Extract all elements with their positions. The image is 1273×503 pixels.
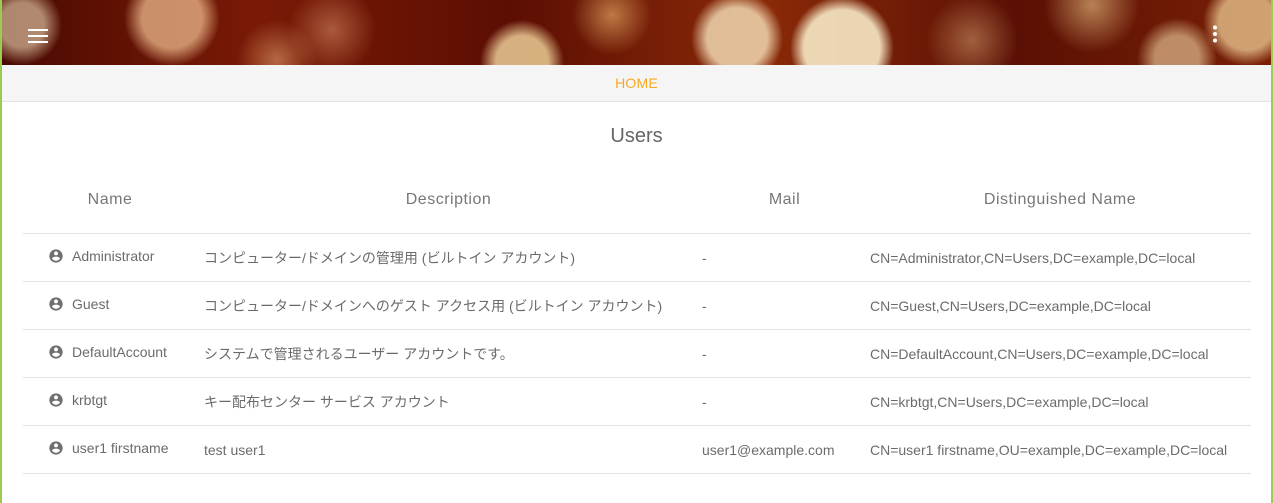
user-name: DefaultAccount xyxy=(72,344,167,360)
cell-mail: user1@example.com xyxy=(700,425,869,474)
table-header: Name Description Mail Distinguished Name xyxy=(23,166,1251,234)
cell-distinguished-name: CN=user1 firstname,OU=example,DC=example… xyxy=(869,425,1251,474)
cell-description: システムで管理されるユーザー アカウントです。 xyxy=(197,329,700,378)
user-name-wrap: Administrator xyxy=(48,248,154,264)
cell-name: Administrator xyxy=(23,233,197,282)
table-row[interactable]: Guest コンピューター/ドメインへのゲスト アクセス用 (ビルトイン アカウン… xyxy=(23,281,1251,330)
table-row[interactable]: Administrator コンピューター/ドメインの管理用 (ビルトイン アカウ… xyxy=(23,233,1251,282)
cell-name: DefaultAccount xyxy=(23,329,197,378)
user-name: Guest xyxy=(72,296,110,312)
user-name-wrap: Guest xyxy=(48,296,109,312)
nav-bar: HOME xyxy=(2,65,1271,102)
cell-name: krbtgt xyxy=(23,377,197,426)
cell-description: コンピューター/ドメインの管理用 (ビルトイン アカウント) xyxy=(197,233,700,282)
cell-distinguished-name: CN=DefaultAccount,CN=Users,DC=example,DC… xyxy=(869,329,1251,378)
column-header-distinguished-name[interactable]: Distinguished Name xyxy=(869,166,1251,234)
user-name: user1 firstname xyxy=(72,440,169,456)
cell-name: user1 firstname xyxy=(23,425,197,474)
cell-mail: - xyxy=(700,233,869,282)
app-window: HOME Users Name Description Mail Disting… xyxy=(2,0,1271,503)
account-circle-icon xyxy=(48,344,64,360)
kebab-more-icon xyxy=(1213,25,1217,43)
more-options-button[interactable] xyxy=(1201,20,1229,48)
cell-distinguished-name: CN=krbtgt,CN=Users,DC=example,DC=local xyxy=(869,377,1251,426)
cell-name: Guest xyxy=(23,281,197,330)
cell-distinguished-name: CN=Guest,CN=Users,DC=example,DC=local xyxy=(869,281,1251,330)
cell-mail: - xyxy=(700,281,869,330)
table-body: Administrator コンピューター/ドメインの管理用 (ビルトイン アカウ… xyxy=(23,233,1251,474)
user-name-wrap: DefaultAccount xyxy=(48,344,167,360)
users-table: Name Description Mail Distinguished Name… xyxy=(23,166,1251,474)
cell-distinguished-name: CN=Administrator,CN=Users,DC=example,DC=… xyxy=(869,233,1251,282)
user-name: krbtgt xyxy=(72,392,108,408)
column-header-description[interactable]: Description xyxy=(197,166,700,234)
column-header-mail[interactable]: Mail xyxy=(700,166,869,234)
user-name-wrap: krbtgt xyxy=(48,392,107,408)
nav-home-link[interactable]: HOME xyxy=(615,75,658,91)
account-circle-icon xyxy=(48,440,64,456)
account-circle-icon xyxy=(48,248,64,264)
table-row[interactable]: user1 firstname test user1 user1@example.c… xyxy=(23,425,1251,474)
table-header-row: Name Description Mail Distinguished Name xyxy=(23,166,1251,234)
table-row[interactable]: krbtgt キー配布センター サービス アカウント - CN=krbtgt,CN=U… xyxy=(23,377,1251,426)
cell-description: コンピューター/ドメインへのゲスト アクセス用 (ビルトイン アカウント) xyxy=(197,281,700,330)
user-name: Administrator xyxy=(72,248,155,264)
account-circle-icon xyxy=(48,296,64,312)
cell-description: キー配布センター サービス アカウント xyxy=(197,377,700,426)
menu-button[interactable] xyxy=(24,22,52,50)
user-name-wrap: user1 firstname xyxy=(48,440,168,456)
hamburger-menu-icon xyxy=(28,29,48,43)
app-header xyxy=(2,0,1271,65)
cell-mail: - xyxy=(700,329,869,378)
cell-mail: - xyxy=(700,377,869,426)
column-header-name[interactable]: Name xyxy=(23,166,197,234)
cell-description: test user1 xyxy=(197,425,700,474)
table-row[interactable]: DefaultAccount システムで管理されるユーザー アカウントです。 - CN… xyxy=(23,329,1251,378)
page-title: Users xyxy=(610,125,663,147)
account-circle-icon xyxy=(48,392,64,408)
